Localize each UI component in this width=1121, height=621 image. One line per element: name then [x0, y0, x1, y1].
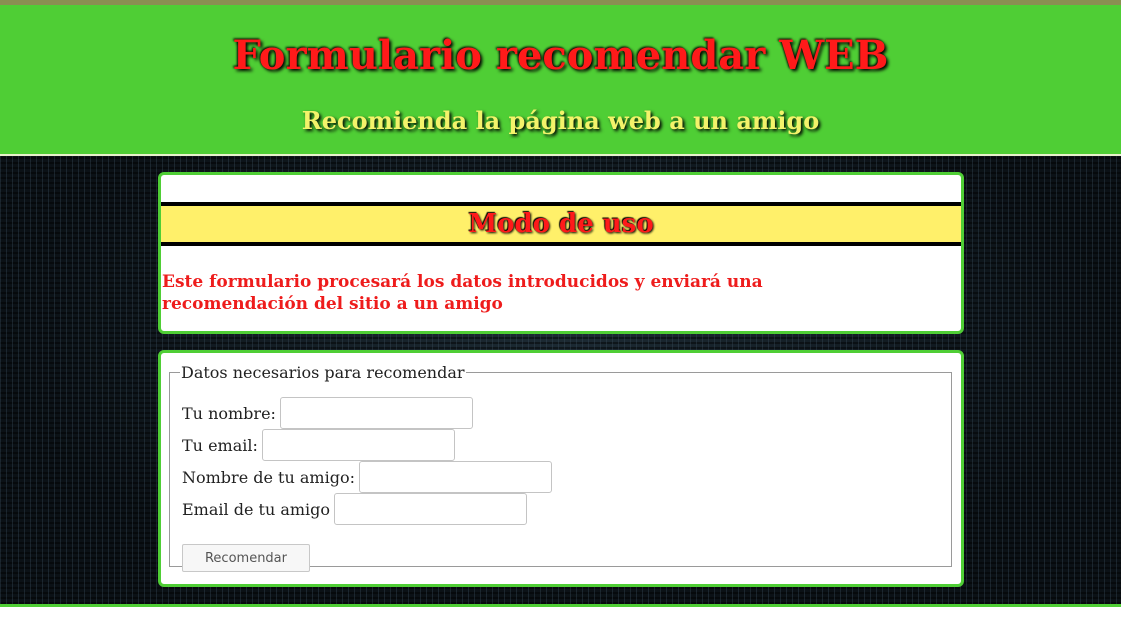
form-panel: Datos necesarios para recomendar Tu nomb…: [158, 350, 964, 587]
usage-panel: Modo de uso Este formulario procesará lo…: [158, 172, 964, 334]
friend-email-row: Email de tu amigo: [182, 493, 528, 525]
recommend-button[interactable]: Recomendar: [182, 544, 310, 572]
page-header: Formulario recomendar WEB Recomienda la …: [0, 0, 1121, 156]
friend-name-input[interactable]: [358, 461, 552, 493]
name-label: Tu nombre:: [182, 403, 276, 423]
usage-heading: Modo de uso: [161, 202, 961, 246]
email-label: Tu email:: [182, 435, 258, 455]
page-title: Formulario recomendar WEB: [232, 32, 889, 79]
usage-description: Este formulario procesará los datos intr…: [162, 272, 763, 314]
footer-divider: [0, 604, 1121, 607]
form-fieldset: Datos necesarios para recomendar Tu nomb…: [169, 363, 952, 572]
friend-email-input[interactable]: [334, 493, 528, 525]
your-email-input[interactable]: [261, 429, 455, 461]
name-row: Tu nombre:: [182, 397, 473, 429]
friend-name-row: Nombre de tu amigo:: [182, 461, 552, 493]
friend-email-label: Email de tu amigo: [182, 499, 331, 519]
email-row: Tu email:: [182, 429, 455, 461]
page-subtitle: Recomienda la página web a un amigo: [301, 106, 820, 135]
friend-name-label: Nombre de tu amigo:: [182, 467, 355, 487]
form-legend: Datos necesarios para recomendar: [181, 363, 465, 382]
your-name-input[interactable]: [279, 397, 473, 429]
